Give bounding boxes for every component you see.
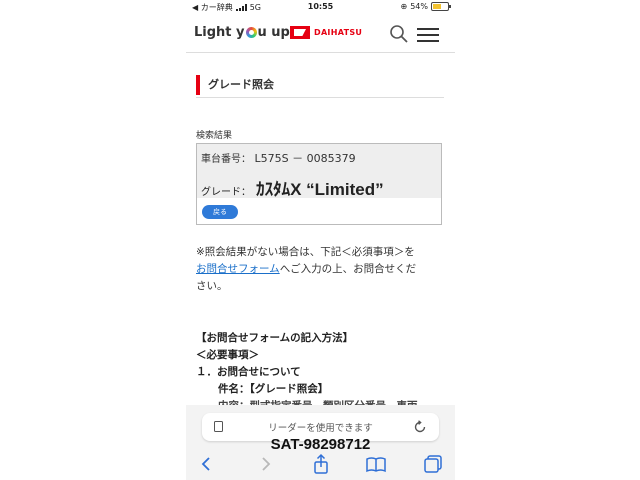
daihatsu-mark-icon bbox=[290, 26, 310, 39]
share-icon[interactable] bbox=[310, 453, 332, 475]
note-line2: へご入力の上、お問合せくだ bbox=[279, 263, 417, 275]
watermark-code: SAT-98298712 bbox=[270, 436, 371, 453]
reader-available-text: リーダーを使用できます bbox=[268, 423, 373, 434]
browser-toolbar: リーダーを使用できます SAT-98298712 bbox=[186, 405, 455, 480]
contact-form-link[interactable]: お問合せフォーム bbox=[196, 263, 280, 275]
form-instructions: 【お問合せフォームの記入方法】 ＜必要事項＞ １．お問合せについて 件名：【グレ… bbox=[196, 330, 446, 415]
battery-fill bbox=[433, 4, 441, 9]
logo-text-a: Light y bbox=[194, 25, 245, 40]
book-icon[interactable] bbox=[365, 453, 387, 475]
logo-text-b: u up bbox=[257, 25, 290, 40]
back-button[interactable]: 戻る bbox=[202, 205, 238, 219]
logo-circle-icon bbox=[245, 27, 257, 38]
battery-icon bbox=[431, 2, 451, 11]
grade-label: グレード： bbox=[201, 187, 251, 198]
light-you-up-logo[interactable]: Light y u up bbox=[194, 25, 290, 40]
phone-screen: ◀ カー辞典 5G 10:55 ⊕ 54% Light y u up DAIHA… bbox=[186, 0, 455, 480]
note-text: ※照会結果がない場合は、下記＜必須事項＞を お問合せフォームへご入力の上、お問合… bbox=[196, 244, 444, 295]
menu-icon[interactable] bbox=[417, 24, 439, 44]
battery-percent: 54% bbox=[410, 2, 428, 11]
tabs-icon[interactable] bbox=[422, 453, 444, 475]
page-title: グレード照会 bbox=[196, 75, 444, 98]
chassis-row: 車台番号： L575S － 0085379 bbox=[201, 150, 356, 166]
result-panel: 車台番号： L575S － 0085379 グレード： ｶｽﾀﾑX “Limit… bbox=[197, 144, 441, 200]
subject-line: 件名：【グレード照会】 bbox=[218, 383, 329, 395]
site-header: Light y u up DAIHATSU bbox=[186, 14, 455, 53]
grade-row: グレード： ｶｽﾀﾑX “Limited” bbox=[201, 175, 384, 200]
rotation-lock-icon: ⊕ bbox=[400, 2, 408, 11]
item-1: １．お問合せについて bbox=[196, 366, 301, 378]
grade-value: ｶｽﾀﾑX “Limited” bbox=[256, 180, 384, 199]
chassis-label: 車台番号： bbox=[201, 154, 251, 165]
reload-icon[interactable] bbox=[413, 420, 427, 434]
chevron-left-icon[interactable] bbox=[196, 453, 218, 475]
required-heading: ＜必要事項＞ bbox=[196, 349, 259, 361]
search-icon[interactable] bbox=[389, 24, 409, 44]
daihatsu-logo[interactable]: DAIHATSU bbox=[290, 26, 362, 39]
chassis-value: L575S － 0085379 bbox=[254, 152, 356, 165]
status-right: ⊕ 54% bbox=[400, 2, 451, 11]
daihatsu-wordmark: DAIHATSU bbox=[314, 28, 363, 37]
form-heading: 【お問合せフォームの記入方法】 bbox=[196, 332, 354, 344]
chevron-right-icon[interactable] bbox=[254, 453, 276, 475]
results-label: 検索結果 bbox=[196, 131, 233, 141]
note-line3: さい。 bbox=[196, 280, 228, 292]
note-line1: ※照会結果がない場合は、下記＜必須事項＞を bbox=[196, 246, 415, 258]
status-bar: ◀ カー辞典 5G 10:55 ⊕ 54% bbox=[186, 0, 455, 14]
result-box: 車台番号： L575S － 0085379 グレード： ｶｽﾀﾑX “Limit… bbox=[196, 143, 442, 225]
